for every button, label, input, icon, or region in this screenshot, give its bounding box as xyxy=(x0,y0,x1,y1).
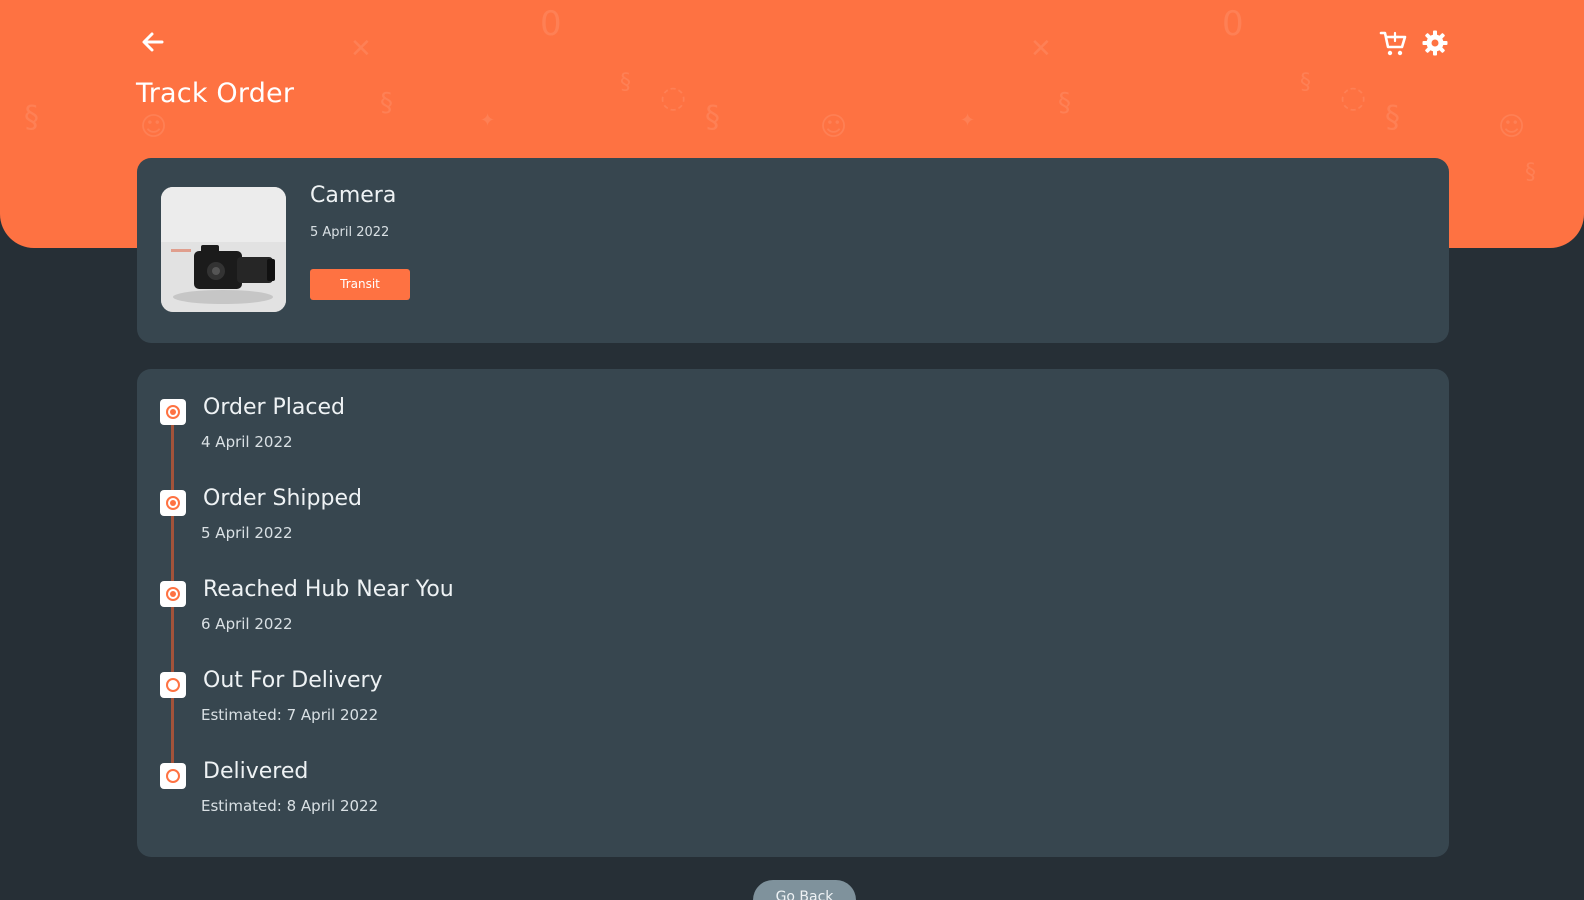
product-name: Camera xyxy=(310,183,397,208)
shopping-cart-icon xyxy=(1379,29,1407,61)
doodle-decoration: ☺ xyxy=(1498,112,1526,142)
timeline-step-reached-hub: Reached Hub Near You 6 April 2022 xyxy=(137,551,1449,633)
arrow-left-icon xyxy=(141,31,165,57)
doodle-decoration: ✦ xyxy=(960,110,976,131)
cart-button[interactable] xyxy=(1378,30,1408,60)
step-date: 5 April 2022 xyxy=(201,524,293,542)
step-date: Estimated: 8 April 2022 xyxy=(201,797,379,815)
step-title: Order Placed xyxy=(203,395,345,420)
doodle-decoration: ✦ xyxy=(480,110,496,131)
doodle-decoration: § xyxy=(380,88,393,118)
product-image xyxy=(161,187,286,312)
doodle-decoration: § xyxy=(1058,88,1071,118)
product-date: 5 April 2022 xyxy=(310,225,390,240)
step-title: Out For Delivery xyxy=(203,668,383,693)
step-pending-icon xyxy=(160,763,186,789)
step-title: Reached Hub Near You xyxy=(203,577,454,602)
status-badge: Transit xyxy=(310,269,410,300)
doodle-decoration: ☺ xyxy=(140,112,168,142)
timeline-step-out-for-delivery: Out For Delivery Estimated: 7 April 2022 xyxy=(137,642,1449,724)
step-title: Delivered xyxy=(203,759,309,784)
page-title: Track Order xyxy=(136,78,295,109)
tracking-timeline: Order Placed 4 April 2022 Order Shipped … xyxy=(137,369,1449,857)
settings-button[interactable] xyxy=(1420,30,1450,60)
step-date: 6 April 2022 xyxy=(201,615,293,633)
track-order-screen: 0 ✕ ✕ 0 ◌ ◌ § § § § § ☺ ☺ ☺ § § § ✦ ✦ Tr… xyxy=(0,0,1584,900)
go-back-button[interactable]: Go Back xyxy=(753,880,856,900)
back-button[interactable] xyxy=(138,30,168,58)
doodle-decoration: ◌ xyxy=(660,80,687,115)
doodle-decoration: ☺ xyxy=(820,112,848,142)
doodle-decoration: § xyxy=(1525,160,1536,185)
step-completed-icon xyxy=(160,581,186,607)
timeline-step-order-shipped: Order Shipped 5 April 2022 xyxy=(137,460,1449,542)
step-completed-icon xyxy=(160,490,186,516)
doodle-decoration: § xyxy=(24,100,39,135)
doodle-decoration: § xyxy=(1300,70,1311,95)
doodle-decoration: § xyxy=(1385,100,1400,135)
doodle-decoration: § xyxy=(705,100,720,135)
timeline-step-delivered: Delivered Estimated: 8 April 2022 xyxy=(137,733,1449,815)
doodle-decoration: § xyxy=(620,70,631,95)
gear-icon xyxy=(1421,29,1449,61)
doodle-decoration: 0 xyxy=(540,4,562,44)
step-pending-icon xyxy=(160,672,186,698)
doodle-decoration: ◌ xyxy=(1340,80,1367,115)
timeline-step-order-placed: Order Placed 4 April 2022 xyxy=(137,369,1449,451)
doodle-decoration: 0 xyxy=(1222,4,1244,44)
product-card: Camera 5 April 2022 Transit xyxy=(137,158,1449,343)
doodle-decoration: ✕ xyxy=(1030,34,1052,64)
step-title: Order Shipped xyxy=(203,486,362,511)
step-date: Estimated: 7 April 2022 xyxy=(201,706,379,724)
step-completed-icon xyxy=(160,399,186,425)
doodle-decoration: ✕ xyxy=(350,34,372,64)
step-date: 4 April 2022 xyxy=(201,433,293,451)
